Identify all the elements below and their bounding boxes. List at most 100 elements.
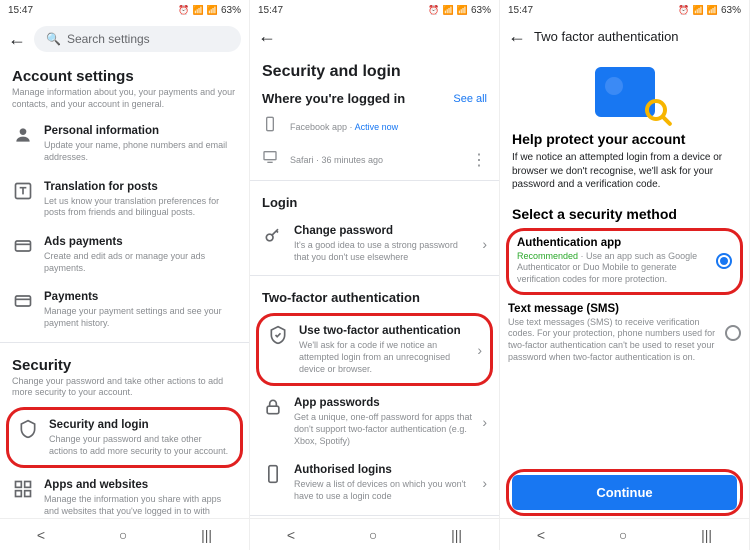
option-sub: Recommended · Use an app such as Google … — [517, 251, 708, 286]
hero-illustration — [500, 53, 749, 123]
card-icon — [12, 235, 34, 257]
payments-row[interactable]: Payments Manage your payment settings an… — [0, 282, 249, 337]
chevron-right-icon: › — [482, 414, 487, 430]
status-right: ⏰ 📶 📶 63% — [428, 5, 491, 16]
row-sub: Update your name, phone numbers and emai… — [44, 140, 237, 163]
wifi-icon: 📶 — [193, 5, 204, 16]
device-row[interactable]: Facebook app · Active now — [250, 110, 499, 143]
battery-text: 63% — [721, 5, 741, 16]
status-time: 15:47 — [508, 5, 533, 16]
device-text: Safari · 36 minutes ago — [290, 155, 461, 165]
account-settings-sub: Manage information about you, your payme… — [0, 87, 249, 116]
status-time: 15:47 — [8, 5, 33, 16]
back-icon[interactable]: ← — [8, 29, 26, 50]
personal-info-row[interactable]: Personal information Update your name, p… — [0, 116, 249, 171]
phone-icon — [262, 116, 280, 137]
sms-option[interactable]: Text message (SMS) Use text messages (SM… — [500, 297, 749, 370]
translation-row[interactable]: Translation for posts Let us know your t… — [0, 172, 249, 227]
row-title: Ads payments — [44, 235, 237, 250]
continue-highlight: Continue — [506, 469, 743, 516]
back-icon[interactable]: ← — [508, 26, 526, 47]
select-method-title: Select a security method — [500, 200, 749, 226]
where-logged-in: Where you're logged in — [262, 91, 405, 106]
nav-back-icon[interactable]: < — [37, 527, 45, 543]
status-right: ⏰ 📶 📶 63% — [178, 5, 241, 16]
android-navbar: < ○ ||| — [0, 518, 249, 550]
page-title: Security and login — [250, 53, 499, 83]
security-sub: Change your password and take other acti… — [0, 376, 249, 405]
auth-app-option[interactable]: Authentication app Recommended · Use an … — [517, 237, 732, 286]
back-icon[interactable]: ← — [258, 26, 276, 47]
settings-scroll[interactable]: Account settings Manage information abou… — [0, 58, 249, 518]
option-sub: Use text messages (SMS) to receive verif… — [508, 317, 717, 364]
device-text: Facebook app · Active now — [290, 122, 487, 132]
header: ← Two factor authentication — [500, 20, 749, 53]
device-row[interactable]: Safari · 36 minutes ago ⋮ — [250, 143, 499, 176]
row-sub: Let us know your translation preferences… — [44, 196, 237, 219]
app-passwords-row[interactable]: App passwords Get a unique, one-off pass… — [250, 388, 499, 455]
nav-back-icon[interactable]: < — [287, 527, 295, 543]
option-title: Text message (SMS) — [508, 303, 717, 315]
row-sub: Get a unique, one-off password for apps … — [294, 412, 472, 447]
nav-recents-icon[interactable]: ||| — [451, 527, 462, 543]
see-all-link[interactable]: See all — [453, 93, 487, 105]
signal-icon: 📶 — [457, 5, 468, 16]
nav-home-icon[interactable]: ○ — [369, 527, 377, 543]
signal-icon: 📶 — [707, 5, 718, 16]
option-title: Authentication app — [517, 237, 708, 249]
status-bar: 15:47 ⏰ 📶 📶 63% — [0, 0, 249, 20]
battery-text: 63% — [221, 5, 241, 16]
radio-unselected-icon[interactable] — [725, 325, 741, 341]
tfa-panel: 15:47 ⏰ 📶 📶 63% ← Two factor authenticat… — [500, 0, 750, 550]
search-input[interactable]: 🔍 Search settings — [34, 26, 241, 52]
row-title: App passwords — [294, 396, 472, 411]
alarm-icon: ⏰ — [178, 5, 189, 16]
nav-home-icon[interactable]: ○ — [119, 527, 127, 543]
nav-recents-icon[interactable]: ||| — [201, 527, 212, 543]
change-password-row[interactable]: Change password It's a good idea to use … — [250, 216, 499, 271]
security-scroll[interactable]: Security and login Where you're logged i… — [250, 53, 499, 518]
nav-back-icon[interactable]: < — [537, 527, 545, 543]
row-title: Use two-factor authentication — [299, 324, 467, 339]
chevron-right-icon: › — [482, 236, 487, 252]
help-text: If we notice an attempted login from a d… — [500, 151, 749, 200]
row-title: Payments — [44, 290, 237, 305]
radio-selected-icon[interactable] — [716, 253, 732, 269]
nav-recents-icon[interactable]: ||| — [701, 527, 712, 543]
key-icon — [262, 224, 284, 246]
row-title: Security and login — [49, 418, 232, 433]
authorised-logins-row[interactable]: Authorised logins Review a list of devic… — [250, 455, 499, 510]
battery-text: 63% — [471, 5, 491, 16]
shield-icon — [17, 418, 39, 440]
tfa-scroll[interactable]: Help protect your account If we notice a… — [500, 53, 749, 467]
card-icon — [12, 290, 34, 312]
ads-payments-row[interactable]: Ads payments Create and edit ads or mana… — [0, 227, 249, 282]
safe-icon — [595, 67, 655, 117]
apps-icon — [12, 478, 34, 500]
row-sub: It's a good idea to use a strong passwor… — [294, 240, 472, 263]
apps-websites-row[interactable]: Apps and websites Manage the information… — [0, 470, 249, 518]
nav-home-icon[interactable]: ○ — [619, 527, 627, 543]
security-login-row[interactable]: Security and login Change your password … — [11, 414, 238, 461]
security-login-highlight: Security and login Change your password … — [6, 407, 243, 468]
android-navbar: < ○ ||| — [250, 518, 499, 550]
login-head: Login — [250, 185, 499, 216]
more-icon[interactable]: ⋮ — [471, 150, 487, 170]
header: ← — [250, 20, 499, 53]
phone-icon — [262, 463, 284, 485]
search-icon: 🔍 — [46, 32, 61, 46]
header: ← 🔍 Search settings — [0, 20, 249, 58]
continue-button[interactable]: Continue — [512, 475, 737, 510]
signal-icon: 📶 — [207, 5, 218, 16]
help-title: Help protect your account — [500, 123, 749, 151]
status-right: ⏰ 📶 📶 63% — [678, 5, 741, 16]
row-sub: Create and edit ads or manage your ads p… — [44, 251, 237, 274]
account-settings-title: Account settings — [0, 58, 249, 87]
translate-icon — [12, 180, 34, 202]
status-bar: 15:47 ⏰ 📶 📶 63% — [500, 0, 749, 20]
use-tfa-row[interactable]: Use two-factor authentication We'll ask … — [261, 320, 488, 379]
auth-app-option-highlight: Authentication app Recommended · Use an … — [506, 228, 743, 295]
row-title: Apps and websites — [44, 478, 237, 493]
alarm-icon: ⏰ — [678, 5, 689, 16]
row-title: Personal information — [44, 124, 237, 139]
